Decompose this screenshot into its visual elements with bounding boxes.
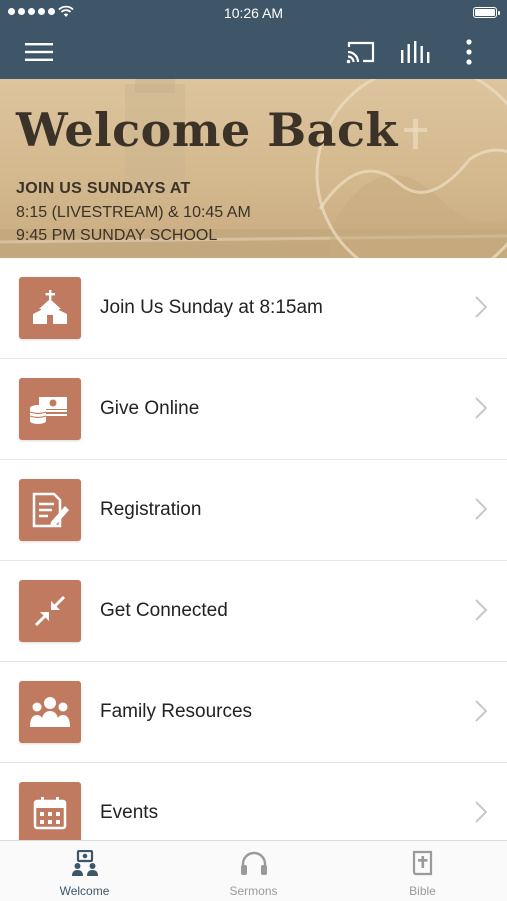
welcome-banner: Welcome Back JOIN US SUNDAYS AT 8:15 (LI… (0, 79, 507, 258)
service-times-line-2: 9:45 PM SUNDAY SCHOOL (16, 227, 218, 244)
connect-arrows-icon (19, 580, 81, 642)
hamburger-icon (25, 43, 53, 61)
list-item-label: Join Us Sunday at 8:15am (100, 297, 323, 318)
calendar-icon (19, 782, 81, 844)
family-icon (19, 681, 81, 743)
chevron-right-icon (475, 599, 487, 621)
chevron-right-icon (475, 700, 487, 722)
service-times-heading: JOIN US SUNDAYS AT (16, 180, 191, 197)
tab-label: Sermons (229, 884, 278, 898)
list-item-label: Registration (100, 499, 202, 520)
church-icon (19, 277, 81, 339)
chevron-right-icon (475, 296, 487, 318)
menu-button[interactable] (22, 36, 56, 68)
chevron-right-icon (475, 498, 487, 520)
form-edit-icon (19, 479, 81, 541)
money-icon (19, 378, 81, 440)
tab-label: Bible (409, 884, 436, 898)
headphones-icon (240, 851, 267, 875)
menu-list: Join Us Sunday at 8:15am Give Online Reg… (0, 258, 507, 864)
list-item-label: Events (100, 802, 159, 823)
top-nav-bar: 10:26 AM (0, 0, 507, 79)
list-item-label: Family Resources (100, 701, 253, 722)
list-item-get-connected[interactable]: Get Connected (0, 561, 507, 662)
chevron-right-icon (475, 397, 487, 419)
tab-welcome[interactable]: Welcome (0, 841, 169, 901)
tab-label: Welcome (59, 884, 110, 898)
bottom-tab-bar: Welcome Sermons Bible (0, 840, 507, 901)
list-item-join-sunday[interactable]: Join Us Sunday at 8:15am (0, 258, 507, 359)
vertical-dots-icon (466, 39, 472, 65)
status-time: 10:26 AM (223, 5, 284, 21)
list-item-registration[interactable]: Registration (0, 460, 507, 561)
cast-icon (346, 41, 375, 64)
people-icon (71, 850, 98, 876)
equalizer-icon (401, 41, 430, 63)
more-options-button[interactable] (452, 36, 486, 68)
bible-icon (412, 850, 432, 876)
welcome-title: Welcome Back (16, 103, 398, 157)
list-item-label: Give Online (100, 398, 200, 419)
status-bar: 10:26 AM (0, 0, 507, 26)
service-times-line-1: 8:15 (LIVESTREAM) & 10:45 AM (16, 204, 251, 221)
chevron-right-icon (475, 801, 487, 823)
list-item-give-online[interactable]: Give Online (0, 359, 507, 460)
audio-button[interactable] (398, 36, 432, 68)
list-item-label: Get Connected (100, 600, 228, 621)
tab-bible[interactable]: Bible (338, 841, 507, 901)
cast-button[interactable] (344, 36, 378, 68)
tab-sermons[interactable]: Sermons (169, 841, 338, 901)
list-item-family-resources[interactable]: Family Resources (0, 662, 507, 763)
battery-icon (473, 7, 500, 18)
